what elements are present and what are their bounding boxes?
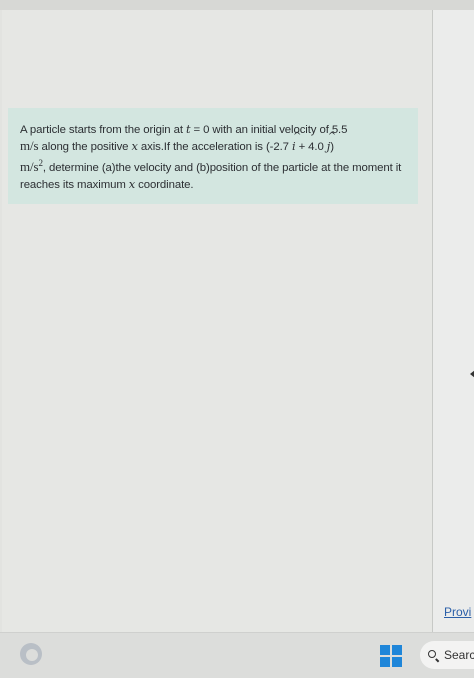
windows-logo-tile bbox=[392, 645, 402, 655]
question-box: A particle starts from the origin at t =… bbox=[8, 108, 418, 204]
edge-browser-icon[interactable] bbox=[20, 643, 42, 665]
unit-vector-j: ^ j bbox=[326, 131, 337, 153]
windows-start-button[interactable] bbox=[380, 645, 402, 667]
collapse-caret-icon[interactable] bbox=[470, 370, 474, 378]
window-top-edge bbox=[0, 0, 474, 10]
main-content-area bbox=[2, 10, 432, 632]
question-fragment: = 0 with an initial velocity of 5.5 bbox=[190, 124, 348, 136]
unit-vector-i: ^ i bbox=[291, 131, 302, 153]
taskbar: Searc bbox=[0, 632, 474, 678]
windows-logo-tile bbox=[392, 657, 402, 667]
right-side-panel bbox=[432, 10, 474, 632]
search-icon bbox=[428, 650, 438, 660]
search-label: Searc bbox=[444, 648, 474, 662]
question-fragment: coordinate. bbox=[135, 178, 194, 191]
question-fragment: along the positive bbox=[38, 141, 132, 153]
taskbar-search-box[interactable]: Searc bbox=[420, 641, 474, 669]
question-fragment: , determine (a)the velocity and (b)posit… bbox=[20, 161, 402, 191]
math-unit-ms2: m/s bbox=[20, 158, 39, 174]
question-fragment: A particle starts from the origin at bbox=[20, 124, 186, 136]
math-unit-ms: m/s bbox=[20, 138, 39, 153]
question-fragment: axis.If the acceleration is (-2.7 bbox=[137, 141, 292, 153]
provide-link[interactable]: Provi bbox=[444, 605, 471, 619]
windows-logo-tile bbox=[380, 645, 390, 655]
question-text: A particle starts from the origin at t =… bbox=[20, 121, 408, 193]
windows-logo-tile bbox=[380, 657, 390, 667]
